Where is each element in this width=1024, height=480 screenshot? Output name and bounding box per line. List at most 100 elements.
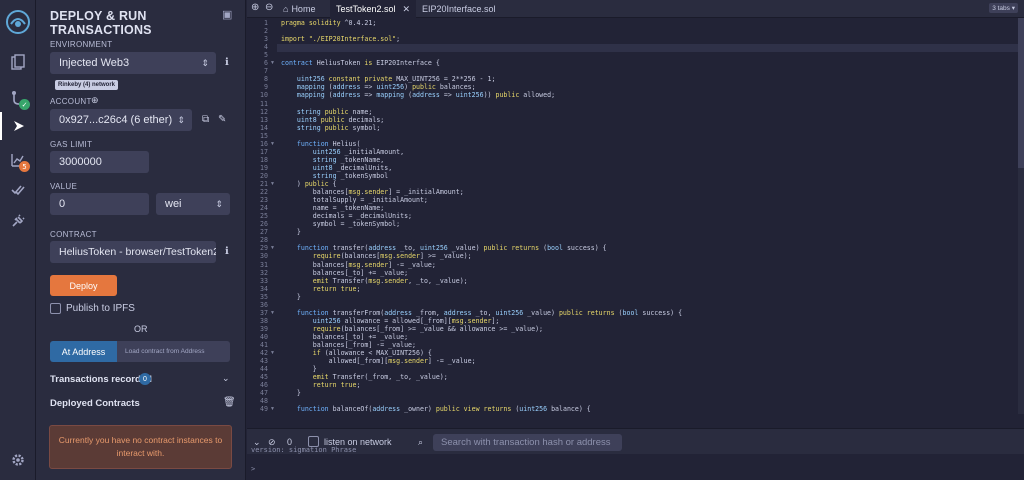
settings-gear-icon[interactable]: [0, 446, 36, 474]
code-editor[interactable]: 1 2 3 4 5 6 ▼ 7 8 9 10 11 12 13 14 15 16 ▼ 17 18 19 20 21 ▼ 22 23…: [247, 18, 1024, 414]
line-number: 17: [260, 147, 268, 156]
value-unit-select[interactable]: wei ⇕: [156, 193, 230, 215]
gas-limit-input[interactable]: 3000000: [50, 151, 149, 173]
tabs-count-button[interactable]: 3 tabs ▾: [989, 3, 1018, 13]
contract-select[interactable]: HeliusToken - browser/TestToken2.sol: [50, 241, 216, 263]
line-number: 39: [260, 324, 268, 333]
fold-arrow-icon[interactable]: ▼: [270, 245, 275, 251]
code-line: balances[_to] += _value;: [281, 268, 409, 277]
deploy-run-icon[interactable]: [0, 112, 36, 140]
code-line: function transferFrom(address _from, add…: [296, 308, 683, 317]
scrollbar-thumb[interactable]: [1018, 18, 1024, 168]
fold-arrow-icon[interactable]: ▼: [270, 60, 275, 66]
fold-arrow-icon[interactable]: ▼: [270, 350, 275, 356]
code-line: function Helius(: [296, 139, 361, 148]
transactions-recorded-header[interactable]: Transactions recorded: [50, 374, 152, 385]
line-number: 12: [260, 107, 268, 116]
code-line: emit Transfer(_from, _to, _value);: [312, 373, 448, 382]
account-value: 0x927...c26c4 (6 ether): [59, 114, 173, 126]
tab-eip20interface-label: EIP20Interface.sol: [422, 4, 496, 14]
code-line: import "./EIP20Interface.sol";: [281, 35, 401, 44]
chevron-down-icon[interactable]: ⌄: [222, 373, 230, 384]
fold-arrow-icon[interactable]: ▼: [270, 310, 275, 316]
load-address-input[interactable]: Load contract from Address: [117, 341, 230, 362]
at-address-button[interactable]: At Address: [50, 341, 117, 362]
fold-arrow-icon[interactable]: ▼: [270, 141, 275, 147]
zoom-out-icon[interactable]: ⊖: [265, 2, 273, 13]
line-number: 45: [260, 373, 268, 382]
code-line: function balanceOf(address _owner) publi…: [296, 405, 591, 414]
line-number: 23: [260, 196, 268, 205]
editor-scrollbar[interactable]: [1018, 18, 1024, 414]
terminal-panel: ⌄ ⊘ 0 listen on network ⌕ Search with tr…: [247, 428, 1024, 480]
tab-testtoken2-label: TestToken2.sol: [336, 4, 396, 14]
tab-testtoken2[interactable]: TestToken2.sol ✕: [330, 0, 417, 18]
copy-icon[interactable]: ⧉: [202, 114, 209, 125]
environment-value: Injected Web3: [59, 57, 130, 69]
line-number: 32: [260, 268, 268, 277]
deploy-run-panel: DEPLOY & RUN TRANSACTIONS ▣ ENVIRONMENT …: [36, 0, 246, 480]
environment-select[interactable]: Injected Web3 ⇕: [50, 52, 216, 74]
code-line: string _tokenSymbol: [312, 171, 389, 180]
line-number: 10: [260, 91, 268, 100]
fold-arrow-icon[interactable]: ▼: [270, 181, 275, 187]
tabs-count: 3 tabs: [992, 5, 1010, 12]
code-line: if (allowance < MAX_UINT256) {: [312, 349, 432, 358]
fold-arrow-icon[interactable]: ▼: [270, 406, 275, 412]
code-line: require(balances[msg.sender] >= _value);: [312, 252, 472, 261]
line-number: 46: [260, 381, 268, 390]
select-caret-icon: ⇕: [177, 114, 185, 125]
remix-logo-icon[interactable]: [0, 6, 36, 38]
analysis-icon[interactable]: 5: [0, 146, 36, 174]
publish-ipfs-checkbox[interactable]: [50, 303, 61, 314]
compiler-icon[interactable]: ✓: [0, 84, 36, 112]
terminal-search-placeholder: Search with transaction hash or address: [441, 437, 611, 448]
code-line: return true;: [312, 381, 361, 390]
terminal-search-input[interactable]: Search with transaction hash or address: [433, 434, 622, 451]
select-caret-icon: ⇕: [201, 57, 209, 68]
code-line: balances[msg.sender] = _initialAmount;: [281, 188, 464, 197]
home-icon: ⌂: [283, 4, 289, 14]
testing-icon[interactable]: [0, 176, 36, 204]
value-unit: wei: [165, 198, 182, 210]
gas-limit-value: 3000000: [59, 156, 102, 168]
code-line: allowed[_from][msg.sender] -= _value;: [281, 357, 476, 366]
line-number: 16: [260, 139, 268, 148]
code-line: function transfer(address _to, uint256 _…: [296, 244, 607, 253]
line-number: 15: [260, 131, 268, 140]
value-input[interactable]: 0: [50, 193, 149, 215]
line-number: 22: [260, 188, 268, 197]
line-number: 33: [260, 276, 268, 285]
account-select[interactable]: 0x927...c26c4 (6 ether) ⇕: [50, 109, 192, 131]
info-icon[interactable]: ℹ: [225, 246, 229, 257]
file-explorer-icon[interactable]: [0, 48, 36, 76]
terminal-log-line: version: sigmation Phrase: [251, 446, 357, 454]
terminal-prompt[interactable]: >: [251, 465, 255, 473]
trash-icon[interactable]: 🗑: [223, 397, 236, 408]
code-line: uint256 allowance = allowed[_from][msg.s…: [312, 316, 500, 325]
plugin-manager-icon[interactable]: [0, 207, 36, 235]
add-account-icon[interactable]: ⊕: [91, 95, 99, 106]
value-label: VALUE: [50, 182, 78, 191]
line-number: 36: [260, 300, 268, 309]
line-number: 49: [260, 405, 268, 414]
tab-home[interactable]: ⌂ Home: [277, 0, 321, 18]
code-line: decimals = _decimalUnits;: [281, 212, 413, 221]
panel-docs-icon[interactable]: ▣: [222, 8, 232, 21]
info-icon[interactable]: ℹ: [225, 57, 229, 68]
tab-eip20interface[interactable]: EIP20Interface.sol: [416, 0, 502, 18]
zoom-in-icon[interactable]: ⊕: [251, 2, 259, 13]
select-caret-icon: ⇕: [215, 198, 223, 209]
line-number: 2: [264, 27, 268, 36]
line-number: 14: [260, 123, 268, 132]
edit-icon[interactable]: ✎: [218, 114, 226, 125]
line-number: 30: [260, 252, 268, 261]
deploy-button[interactable]: Deploy: [50, 275, 117, 296]
no-instances-message: Currently you have no contract instances…: [58, 435, 223, 458]
line-number: 5: [264, 51, 268, 60]
code-line: ) public {: [281, 180, 337, 188]
code-line: string public symbol;: [296, 123, 381, 132]
line-number: 19: [260, 163, 268, 172]
publish-ipfs-label: Publish to IPFS: [66, 303, 135, 314]
close-tab-icon[interactable]: ✕: [403, 4, 411, 15]
